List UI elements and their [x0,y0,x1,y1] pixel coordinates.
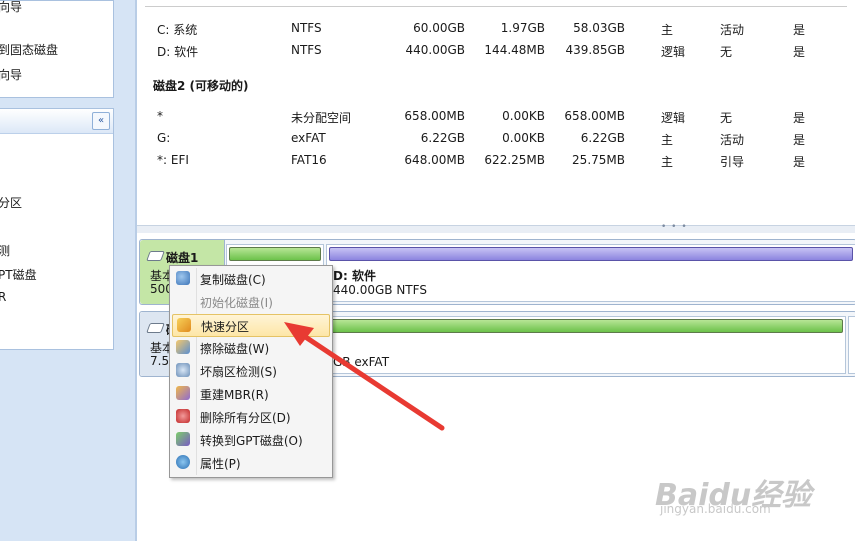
bad-sector-icon [176,363,190,377]
disk-icon [146,251,165,261]
menu-item-label: 属性(P) [200,457,241,471]
cell-used: 144.48MB [484,43,545,57]
partition-info: 440.00GB NTFS [333,283,427,297]
cell-extra: 是 [793,133,806,147]
cell-name: * [157,109,163,123]
partition-block-d[interactable]: D: 软件 440.00GB NTFS [326,244,855,302]
menu-item-label: 删除所有分区(D) [200,411,291,425]
cell-extra: 是 [793,155,806,169]
cell-free: 658.00MB [564,109,625,123]
cell-type: 主 [661,155,674,169]
cell-capacity: 440.00GB [405,43,465,57]
cell-extra: 是 [793,23,806,37]
annotation-arrow-icon [284,322,445,431]
cell-type: 逻辑 [661,45,686,59]
cell-free: 25.75MB [572,153,625,167]
disk-name: 磁盘1 [166,251,199,265]
operation-item[interactable]: R [0,290,6,304]
list-divider [145,6,847,7]
cell-free: 6.22GB [580,131,625,145]
splitter-grip: • • • [661,222,688,232]
double-chevron-up-icon[interactable]: « [92,112,110,130]
cell-name: C: 系统 [157,23,198,37]
cell-capacity: 648.00MB [404,153,465,167]
sidebar: 向导 到固态磁盘 向导 « 分区 测 PT磁盘 R [0,0,135,541]
usage-bar [329,247,853,261]
cell-used: 1.97GB [500,21,545,35]
cell-capacity: 6.22GB [420,131,465,145]
cell-used: 0.00KB [502,131,545,145]
cell-extra: 是 [793,45,806,59]
delete-partitions-icon [176,409,190,423]
table-row[interactable]: C: 系统 NTFS 60.00GB 1.97GB 58.03GB 主 活动 是 [137,18,855,38]
cell-used: 622.25MB [484,153,545,167]
menu-item-label: 擦除磁盘(W) [200,342,270,356]
table-row[interactable]: G: exFAT 6.22GB 0.00KB 6.22GB 主 活动 是 [137,128,855,148]
partition-list: C: 系统 NTFS 60.00GB 1.97GB 58.03GB 主 活动 是… [137,0,855,225]
disk2-group-title: 磁盘2 (可移动的) [153,79,249,93]
partition-title: D: 软件 [333,269,376,283]
cell-capacity: 60.00GB [413,21,465,35]
cell-fs: NTFS [291,43,322,57]
menu-item-label: 复制磁盘(C) [200,273,266,287]
wizard-panel: 向导 到固态磁盘 向导 [0,0,114,98]
operations-panel-header: « [0,109,113,134]
cell-type: 主 [661,23,674,37]
menu-item-label: 坏扇区检测(S) [200,365,277,379]
cell-fs: exFAT [291,131,326,145]
menu-item-label: 重建MBR(R) [200,388,269,402]
cell-free: 439.85GB [565,43,625,57]
cell-status: 活动 [720,23,745,37]
cell-fs: 未分配空间 [291,111,352,125]
operation-item[interactable]: PT磁盘 [0,266,37,283]
operation-item[interactable]: 测 [0,242,10,259]
menu-item-label: 初始化磁盘(I) [200,296,273,310]
cell-type: 主 [661,133,674,147]
cell-status: 引导 [720,155,745,169]
cell-status: 无 [720,45,733,59]
disk-icon [146,323,165,333]
cell-capacity: 658.00MB [404,109,465,123]
operation-item[interactable]: 分区 [0,194,22,211]
cell-used: 0.00KB [502,109,545,123]
copy-disk-icon [176,271,190,285]
usage-bar [229,247,321,261]
cell-fs: FAT16 [291,153,327,167]
wizard-item[interactable]: 到固态磁盘 [0,41,58,58]
wizard-item[interactable]: 向导 [0,66,22,83]
convert-gpt-icon [176,432,190,446]
wizard-item[interactable]: 向导 [0,0,22,15]
menu-item-copy-disk[interactable]: 复制磁盘(C) [172,268,328,289]
table-row[interactable]: * 未分配空间 658.00MB 0.00KB 658.00MB 逻辑 无 是 [137,106,855,126]
cell-free: 58.03GB [573,21,625,35]
cell-fs: NTFS [291,21,322,35]
watermark-url: jingyan.baidu.com [660,502,771,516]
wipe-disk-icon [176,340,190,354]
menu-item-label: 快速分区 [201,320,250,334]
partition-block-efi[interactable] [848,316,855,374]
properties-icon [176,455,190,469]
cell-extra: 是 [793,111,806,125]
cell-type: 逻辑 [661,111,686,125]
operations-panel: « 分区 测 PT磁盘 R [0,108,114,350]
menu-item-init-disk: 初始化磁盘(I) [172,291,328,312]
cell-name: *: EFI [157,153,189,167]
cell-name: D: 软件 [157,45,199,59]
table-row[interactable]: *: EFI FAT16 648.00MB 622.25MB 25.75MB 主… [137,150,855,170]
cell-name: G: [157,131,171,145]
quick-partition-icon [177,318,191,332]
menu-item-properties[interactable]: 属性(P) [172,452,328,473]
cell-status: 无 [720,111,733,125]
table-row[interactable]: D: 软件 NTFS 440.00GB 144.48MB 439.85GB 逻辑… [137,40,855,60]
rebuild-mbr-icon [176,386,190,400]
cell-status: 活动 [720,133,745,147]
